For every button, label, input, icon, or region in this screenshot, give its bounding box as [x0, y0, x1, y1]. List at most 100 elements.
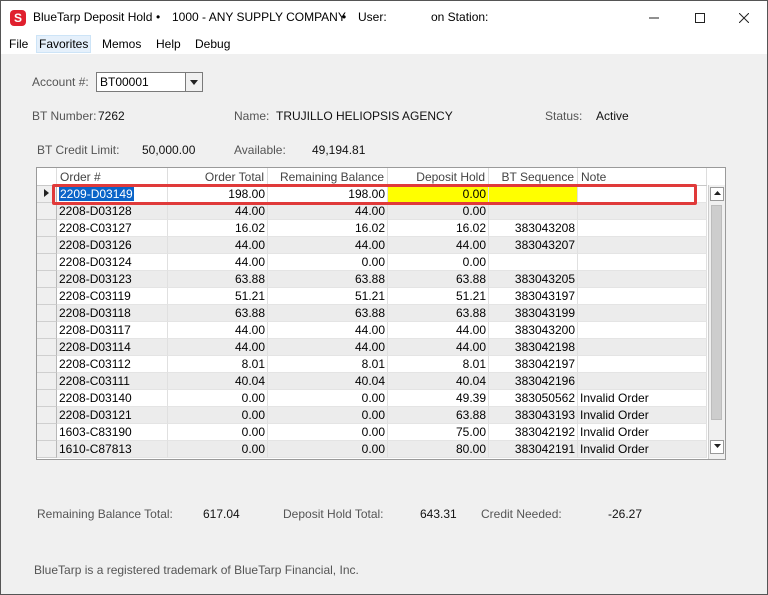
bt-sequence-cell[interactable]: 383043200	[489, 322, 578, 339]
order-total-cell[interactable]: 63.88	[168, 271, 268, 288]
note-cell[interactable]: Invalid Order	[578, 390, 707, 407]
remaining-balance-cell[interactable]: 0.00	[268, 407, 388, 424]
account-select[interactable]: BT00001	[96, 72, 203, 92]
row-selector[interactable]	[37, 271, 57, 288]
row-selector[interactable]	[37, 424, 57, 441]
deposit-hold-cell[interactable]: 75.00	[388, 424, 489, 441]
order-cell[interactable]: 2208-D03123	[57, 271, 168, 288]
row-selector[interactable]	[37, 407, 57, 424]
order-total-cell[interactable]: 16.02	[168, 220, 268, 237]
title-bar[interactable]: S BlueTarp Deposit Hold • 1000 - ANY SUP…	[1, 1, 767, 34]
row-selector[interactable]	[37, 339, 57, 356]
bt-sequence-cell[interactable]: 383043193	[489, 407, 578, 424]
deposit-hold-cell[interactable]: 63.88	[388, 407, 489, 424]
bt-sequence-cell[interactable]: 383042197	[489, 356, 578, 373]
bt-sequence-cell[interactable]: 383043197	[489, 288, 578, 305]
deposit-hold-cell[interactable]: 0.00	[388, 203, 489, 220]
column-header-deposit-hold[interactable]: Deposit Hold	[388, 168, 489, 185]
table-row[interactable]: 2208-D03121 0.00 0.00 63.88 383043193 Invalid…	[37, 407, 707, 424]
deposit-hold-cell[interactable]: 51.21	[388, 288, 489, 305]
row-selector[interactable]	[37, 305, 57, 322]
table-row[interactable]: 2208-C03111 40.04 40.04 40.04 383042196	[37, 373, 707, 390]
order-cell[interactable]: 2208-D03117	[57, 322, 168, 339]
order-total-cell[interactable]: 44.00	[168, 322, 268, 339]
remaining-balance-cell[interactable]: 0.00	[268, 441, 388, 458]
bt-sequence-cell[interactable]: 383042198	[489, 339, 578, 356]
table-row[interactable]: 2208-D03114 44.00 44.00 44.00 383042198	[37, 339, 707, 356]
remaining-balance-cell[interactable]: 0.00	[268, 424, 388, 441]
bt-sequence-cell[interactable]	[489, 203, 578, 220]
row-selector[interactable]	[37, 203, 57, 220]
remaining-balance-cell[interactable]: 44.00	[268, 237, 388, 254]
order-cell[interactable]: 2208-D03140	[57, 390, 168, 407]
order-cell[interactable]: 2208-D03128	[57, 203, 168, 220]
deposit-hold-cell[interactable]: 16.02	[388, 220, 489, 237]
order-total-cell[interactable]: 40.04	[168, 373, 268, 390]
table-row[interactable]: 1610-C87813 0.00 0.00 80.00 383042191 Invalid…	[37, 441, 707, 458]
remaining-balance-cell[interactable]: 8.01	[268, 356, 388, 373]
bt-sequence-cell[interactable]: 383042191	[489, 441, 578, 458]
note-cell[interactable]	[578, 237, 707, 254]
table-row[interactable]: 1603-C83190 0.00 0.00 75.00 383042192 Invalid…	[37, 424, 707, 441]
remaining-balance-cell[interactable]: 16.02	[268, 220, 388, 237]
table-row[interactable]: 2208-D03128 44.00 44.00 0.00	[37, 203, 707, 220]
table-row[interactable]: 2208-D03124 44.00 0.00 0.00	[37, 254, 707, 271]
remaining-balance-cell[interactable]: 0.00	[268, 390, 388, 407]
note-cell[interactable]	[578, 203, 707, 220]
menu-favorites[interactable]: Favorites	[36, 35, 92, 53]
order-cell[interactable]: 2208-D03118	[57, 305, 168, 322]
remaining-balance-cell[interactable]: 63.88	[268, 271, 388, 288]
note-cell[interactable]: Invalid Order	[578, 424, 707, 441]
column-header-bt-sequence[interactable]: BT Sequence	[489, 168, 578, 185]
note-cell[interactable]	[578, 373, 707, 390]
row-selector[interactable]	[37, 254, 57, 271]
order-cell[interactable]: 2208-C03112	[57, 356, 168, 373]
deposit-hold-cell[interactable]: 44.00	[388, 322, 489, 339]
order-cell[interactable]: 2208-D03121	[57, 407, 168, 424]
table-row[interactable]: 2208-D03118 63.88 63.88 63.88 383043199	[37, 305, 707, 322]
order-cell[interactable]: 1610-C87813	[57, 441, 168, 458]
order-cell[interactable]: 2208-C03119	[57, 288, 168, 305]
menu-memos[interactable]: Memos	[100, 36, 143, 52]
order-total-cell[interactable]: 8.01	[168, 356, 268, 373]
remaining-balance-cell[interactable]: 51.21	[268, 288, 388, 305]
deposit-hold-cell[interactable]: 44.00	[388, 339, 489, 356]
scroll-up-button[interactable]	[710, 187, 724, 201]
menu-help[interactable]: Help	[154, 36, 183, 52]
note-cell[interactable]	[578, 271, 707, 288]
remaining-balance-cell[interactable]: 44.00	[268, 203, 388, 220]
note-cell[interactable]	[578, 339, 707, 356]
remaining-balance-cell[interactable]: 40.04	[268, 373, 388, 390]
table-row[interactable]: 2208-D03140 0.00 0.00 49.39 383050562 Invalid…	[37, 390, 707, 407]
order-total-cell[interactable]: 0.00	[168, 424, 268, 441]
order-total-cell[interactable]: 44.00	[168, 237, 268, 254]
order-total-cell[interactable]: 44.00	[168, 339, 268, 356]
row-selector[interactable]	[37, 356, 57, 373]
row-selector[interactable]	[37, 322, 57, 339]
order-total-cell[interactable]: 44.00	[168, 203, 268, 220]
table-row[interactable]: 2208-C03127 16.02 16.02 16.02 383043208	[37, 220, 707, 237]
remaining-balance-cell[interactable]: 63.88	[268, 305, 388, 322]
order-cell[interactable]: 2208-D03114	[57, 339, 168, 356]
note-cell[interactable]	[578, 305, 707, 322]
orders-grid[interactable]: Order # Order Total Remaining Balance De…	[36, 167, 726, 460]
bt-sequence-cell[interactable]: 383050562	[489, 390, 578, 407]
order-total-cell[interactable]: 0.00	[168, 441, 268, 458]
deposit-hold-cell[interactable]: 8.01	[388, 356, 489, 373]
order-total-cell[interactable]: 44.00	[168, 254, 268, 271]
bt-sequence-cell[interactable]: 383042196	[489, 373, 578, 390]
dropdown-button[interactable]	[185, 73, 202, 91]
deposit-hold-cell[interactable]: 49.39	[388, 390, 489, 407]
row-selector[interactable]	[37, 390, 57, 407]
column-header-remaining-balance[interactable]: Remaining Balance	[268, 168, 388, 185]
bt-sequence-cell[interactable]	[489, 254, 578, 271]
menu-file[interactable]: File	[7, 36, 30, 52]
deposit-hold-cell[interactable]: 63.88	[388, 271, 489, 288]
row-selector[interactable]	[37, 220, 57, 237]
note-cell[interactable]	[578, 220, 707, 237]
bt-sequence-cell[interactable]: 383042192	[489, 424, 578, 441]
note-cell[interactable]: Invalid Order	[578, 441, 707, 458]
row-selector[interactable]	[37, 441, 57, 458]
close-button[interactable]	[721, 1, 767, 34]
scroll-down-button[interactable]	[710, 440, 724, 454]
